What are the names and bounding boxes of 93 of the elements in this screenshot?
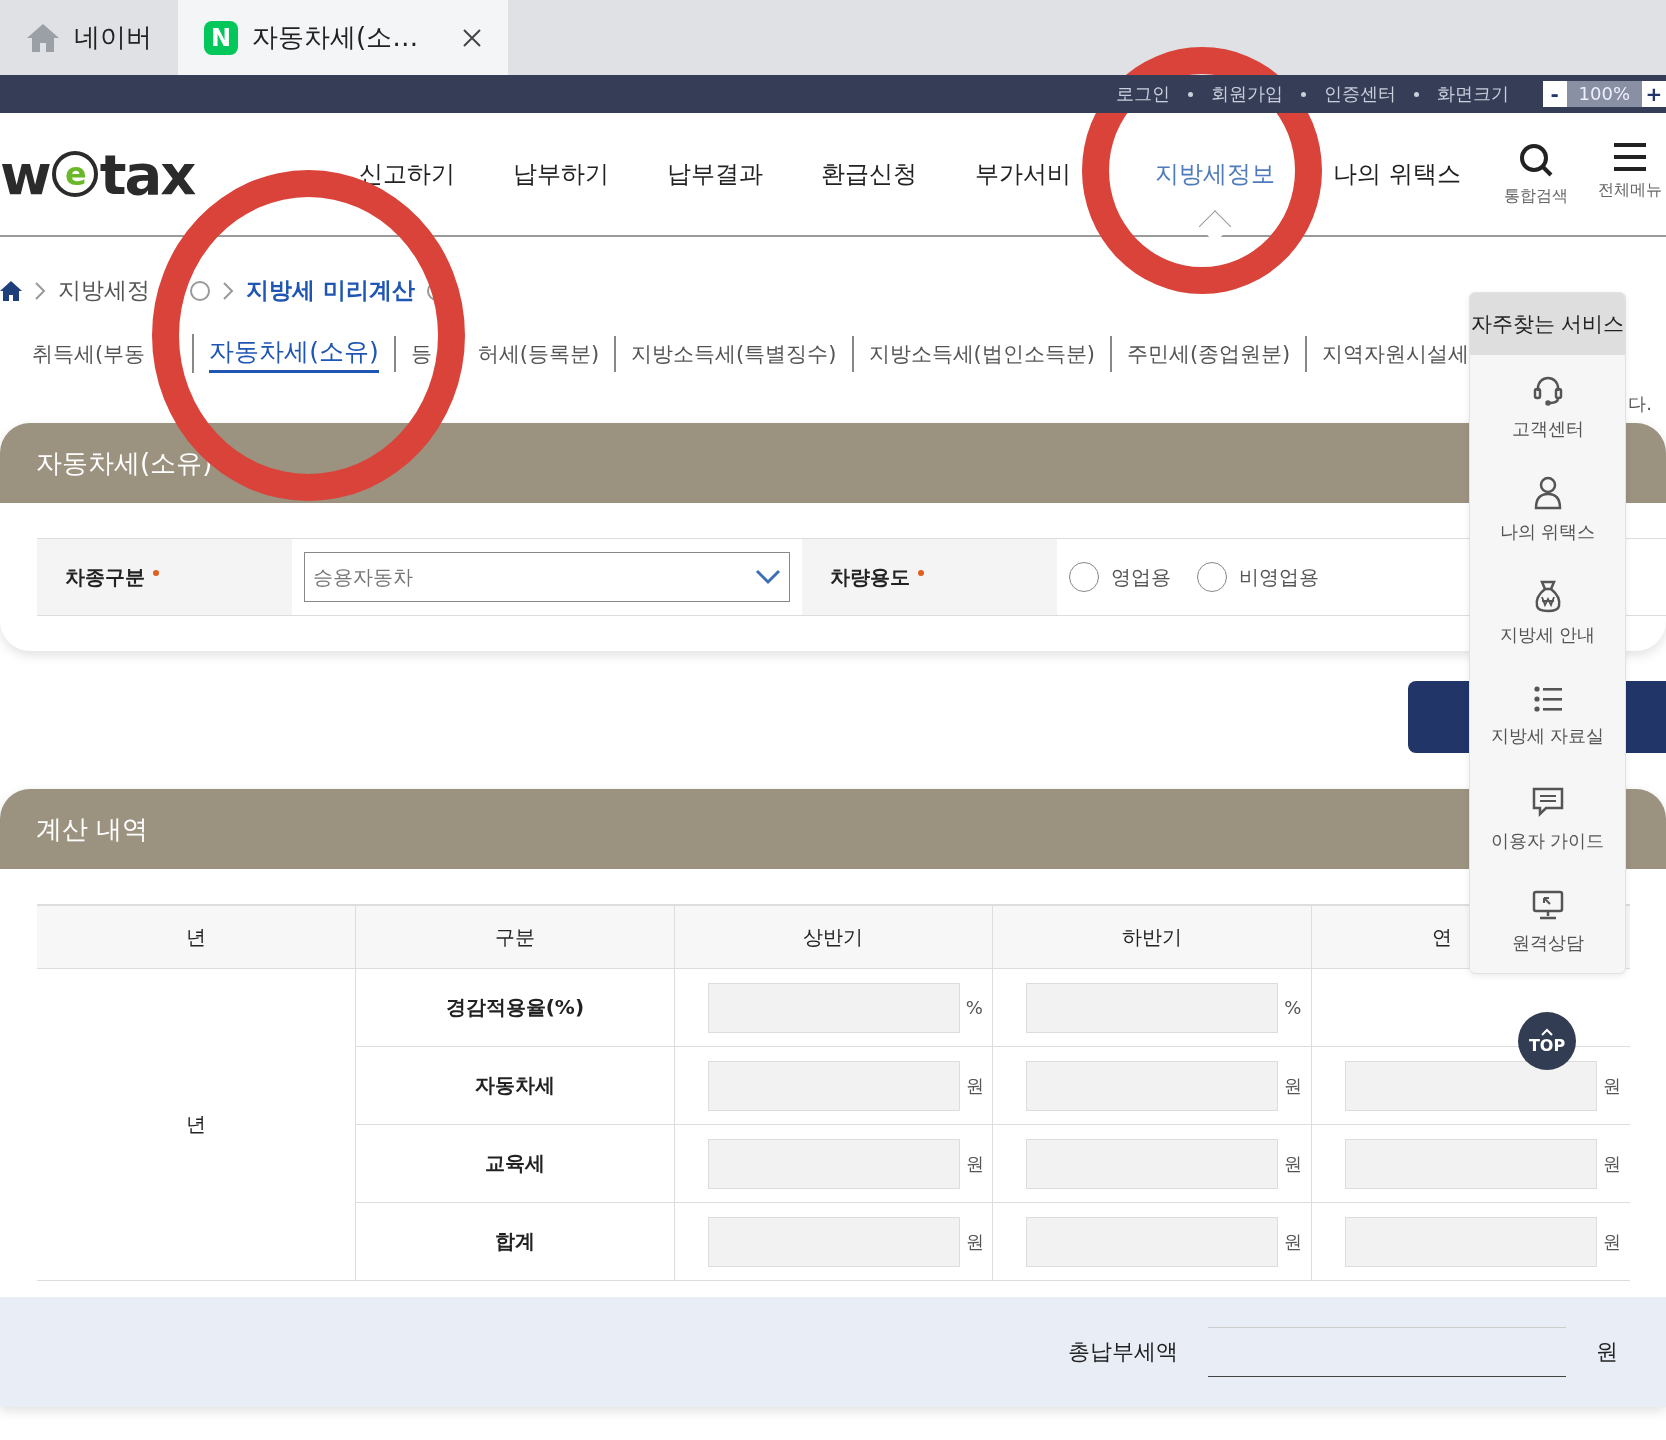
utility-link[interactable]: 회원가입 (1192, 82, 1301, 106)
logo-text[interactable]: tax (99, 141, 195, 207)
unit-label: 원 (1602, 1151, 1621, 1176)
caret-icon (1541, 1027, 1553, 1036)
logo-text[interactable]: w (0, 141, 50, 207)
quick-service-link[interactable]: 나의 위택스 (1470, 458, 1625, 561)
list-icon (1532, 683, 1563, 714)
tab-title: 네이버 (74, 21, 152, 54)
unit-label: 원 (965, 1229, 984, 1254)
row-label: 교육세 (355, 1124, 675, 1203)
quick-service-link[interactable]: 지방세 자료실 (1470, 664, 1625, 767)
notice-text: 다. (1628, 392, 1652, 416)
utility-link[interactable]: 화면크기 (1418, 82, 1527, 106)
column-header: 하반기 (992, 905, 1312, 969)
nav-menu-item[interactable]: 환급신청 (821, 160, 917, 188)
search-icon (1518, 141, 1554, 178)
nav-menu-item[interactable]: 나의 위택스 (1333, 160, 1461, 188)
unit-label: 원 (965, 1073, 984, 1098)
tax-tab[interactable]: 지방소득세(특별징수) (631, 335, 837, 372)
unit-label: 원 (1596, 1338, 1618, 1366)
dropdown-icon[interactable] (190, 280, 210, 301)
monitor-icon (1530, 888, 1565, 921)
amount-field[interactable] (1026, 1060, 1279, 1111)
person-icon (1532, 475, 1563, 510)
amount-field[interactable] (1026, 1138, 1279, 1189)
tab-title: 자동차세(소… (252, 21, 419, 54)
amount-field[interactable] (1344, 1216, 1597, 1267)
tax-tab[interactable]: 취득세(부동 (32, 335, 146, 372)
chevron-icon (34, 280, 46, 301)
nav-menu-item[interactable]: 부가서비 (975, 160, 1071, 188)
row-label: 합계 (355, 1202, 675, 1281)
unit-label: % (965, 997, 983, 1018)
zoom-in-button[interactable]: + (1642, 81, 1666, 107)
amount-field[interactable] (1344, 1138, 1597, 1189)
row-label: 경감적용율(%) (355, 968, 675, 1047)
site-favicon: N (204, 20, 238, 55)
unit-label: 원 (1602, 1229, 1621, 1254)
amount-field[interactable] (707, 1216, 960, 1267)
unit-label: 원 (1284, 1073, 1303, 1098)
panel-title: 자주찾는 서비스 (1470, 293, 1625, 355)
browser-tab[interactable]: N 자동차세(소… (178, 0, 509, 75)
nav-menu-item[interactable]: 납부하기 (513, 160, 609, 188)
unit-label: % (1284, 997, 1302, 1018)
breadcrumb-link[interactable]: 지방세정 (58, 275, 150, 306)
search-button[interactable]: 통합검색 (1504, 141, 1568, 207)
browser-tab[interactable]: 네이버 (0, 0, 178, 75)
menu-button[interactable]: 전체메뉴 (1598, 141, 1662, 207)
chevron-down-icon (755, 569, 781, 585)
quick-service-link[interactable]: 지방세 안내 (1470, 561, 1625, 664)
quick-service-link[interactable]: 이용자 가이드 (1470, 767, 1625, 870)
utility-link[interactable]: 로그인 (1097, 82, 1188, 106)
column-header: 년 (37, 905, 356, 969)
home-icon (26, 22, 60, 53)
nav-menu-item[interactable]: 신고하기 (359, 160, 455, 188)
unit-label: 원 (1284, 1151, 1303, 1176)
vehicle-type-select[interactable]: 승용자동차 (304, 552, 790, 602)
field-label: 차량용도 (830, 563, 910, 591)
quick-service-link[interactable]: 고객센터 (1470, 355, 1625, 458)
amount-field[interactable] (707, 1060, 960, 1111)
menu-icon (1613, 141, 1647, 172)
chevron-icon (222, 280, 234, 301)
tax-tab[interactable]: 등 (410, 335, 432, 372)
nav-menu-item[interactable]: 납부결과 (667, 160, 763, 188)
amount-field[interactable] (707, 1138, 960, 1189)
total-field[interactable] (1208, 1327, 1566, 1377)
utility-link[interactable]: 인증센터 (1305, 82, 1414, 106)
breadcrumb-link[interactable]: 지방세 미리계산 (246, 275, 415, 306)
tax-tab-text[interactable]: 허세(등록분) (477, 335, 600, 372)
radio-label: 비영업용 (1239, 563, 1319, 591)
total-label: 총납부세액 (1068, 1338, 1178, 1366)
amount-field[interactable] (1344, 1060, 1597, 1111)
close-icon[interactable] (462, 27, 483, 48)
unit-label: 원 (1602, 1073, 1621, 1098)
amount-field[interactable] (1026, 982, 1279, 1033)
nav-menu-item[interactable]: 지방세정보 (1155, 160, 1275, 188)
radio-label: 영업용 (1111, 563, 1171, 591)
amount-field[interactable] (707, 982, 960, 1033)
row-label: 자동차세 (355, 1046, 675, 1125)
amount-field[interactable] (1026, 1216, 1279, 1267)
zoom-out-button[interactable]: - (1542, 81, 1567, 107)
tax-tab[interactable]: 자동차세(소유) (209, 334, 379, 373)
field-label: 차종구분 (65, 563, 145, 591)
unit-label: 원 (1284, 1229, 1303, 1254)
tax-tab[interactable]: 지방소득세(법인소득분) (868, 335, 1095, 372)
home-icon[interactable] (0, 280, 22, 301)
column-header: 구분 (355, 905, 675, 969)
table-cell: 년 (37, 968, 356, 1281)
unit-label: 원 (965, 1151, 984, 1176)
money-bag-icon (1532, 578, 1563, 613)
zoom-level: 100% (1566, 81, 1642, 107)
tax-tab[interactable]: 지역자원시설세 (1322, 335, 1470, 372)
column-header: 상반기 (674, 905, 993, 969)
tax-tab[interactable]: 주민세(종업원분) (1126, 335, 1291, 372)
